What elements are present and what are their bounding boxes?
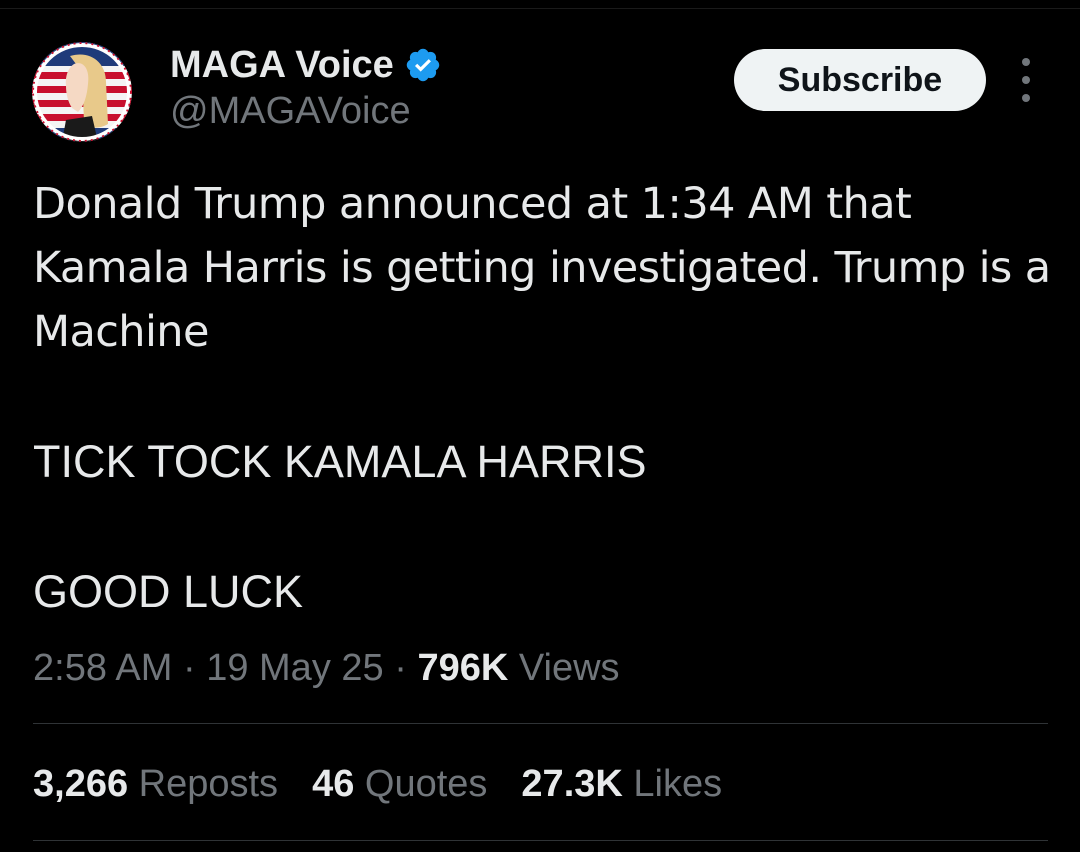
tweet-time[interactable]: 2:58 AM <box>33 647 172 689</box>
tweet-text: Donald Trump announced at 1:34 AM that K… <box>33 179 1051 357</box>
tweet-date[interactable]: 19 May 25 <box>206 647 383 689</box>
tweet-meta: 2:58 AM · 19 May 25 · 796K Views <box>33 640 620 696</box>
display-name[interactable]: MAGA Voice <box>170 44 394 87</box>
quotes-count: 46 <box>312 763 355 805</box>
author-handle[interactable]: @MAGAVoice <box>170 90 411 133</box>
subscribe-button[interactable]: Subscribe <box>734 49 986 111</box>
quotes-label: Quotes <box>354 763 488 805</box>
more-dot <box>1022 58 1030 66</box>
reposts-stat[interactable]: 3,266 Reposts <box>33 756 278 812</box>
views-label: Views <box>508 647 620 689</box>
more-dot <box>1022 76 1030 84</box>
tweet-text-line: TICK TOCK KAMALA HARRIS <box>33 436 647 487</box>
more-dot <box>1022 94 1030 102</box>
meta-separator: · <box>172 647 207 689</box>
quotes-stat[interactable]: 46 Quotes <box>312 756 487 812</box>
divider <box>33 840 1048 841</box>
meta-separator: · <box>383 647 418 689</box>
tweet-stats: 3,266 Reposts 46 Quotes 27.3K Likes <box>33 756 756 812</box>
likes-count: 27.3K <box>521 763 623 805</box>
author-name-row[interactable]: MAGA Voice <box>170 40 442 90</box>
divider <box>33 723 1048 724</box>
verified-badge-icon <box>404 46 442 84</box>
top-divider <box>0 0 1080 9</box>
tweet-text-line: GOOD LUCK <box>33 566 304 617</box>
avatar-image <box>32 42 132 142</box>
reposts-label: Reposts <box>128 763 279 805</box>
views-count: 796K <box>417 647 509 689</box>
reposts-count: 3,266 <box>33 763 129 805</box>
avatar[interactable] <box>32 42 132 142</box>
more-vertical-icon[interactable] <box>1010 58 1042 102</box>
likes-stat[interactable]: 27.3K Likes <box>521 756 722 812</box>
likes-label: Likes <box>622 763 723 805</box>
